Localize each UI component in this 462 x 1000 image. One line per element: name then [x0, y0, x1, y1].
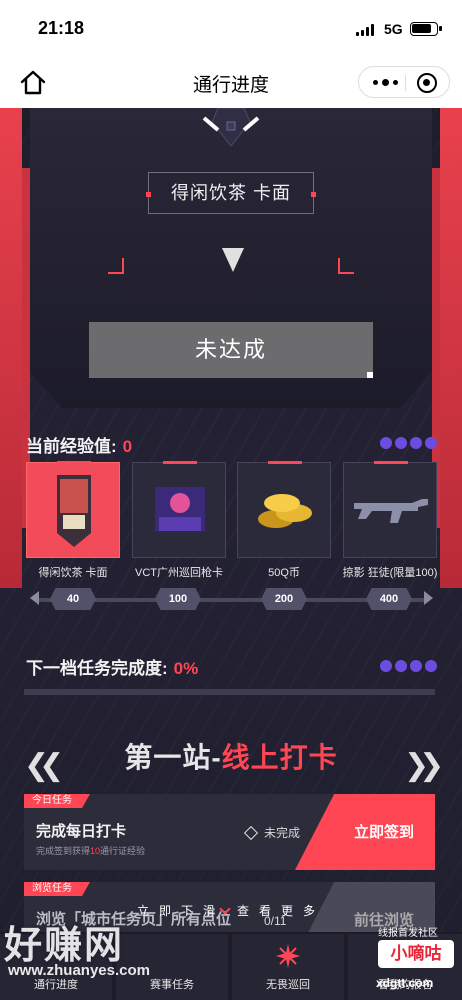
watermark-url-right: xdgtt.com	[376, 976, 434, 990]
tick-40: 40	[50, 588, 96, 610]
chevrons-icon	[380, 660, 440, 672]
task-desc: 完成签到获得10通行证经验	[36, 846, 146, 856]
watermark-badge: 小嘀咕	[378, 940, 454, 968]
watermark-tagline: 线报首发社区	[378, 928, 438, 939]
task-daily-checkin: 今日任务 完成每日打卡 完成签到获得10通行证经验 未完成 立即签到	[24, 794, 435, 870]
reward-card-3[interactable]	[237, 461, 331, 558]
task-title: 完成每日打卡	[36, 823, 127, 840]
watermark-logo-text: 好赚网	[4, 925, 125, 967]
nav-bar: 通行进度	[0, 56, 462, 108]
network-label: 5G	[384, 21, 403, 37]
status-card: 未达成	[89, 322, 373, 378]
reward-card-4[interactable]	[343, 461, 437, 558]
close-icon[interactable]	[417, 73, 437, 93]
status-text: 未达成	[194, 337, 267, 362]
task-tag: 今日任务	[24, 794, 90, 808]
coins-icon	[256, 489, 314, 536]
rifle-icon	[352, 495, 430, 532]
tick-100: 100	[155, 588, 201, 610]
more-icon[interactable]	[367, 67, 405, 97]
battle-pass-panel: 得闲饮茶 卡面 未达成 当前经验值: 0 得闲饮茶 卡面 VCT广州巡回枪卡 50…	[0, 108, 462, 1000]
signal-icon	[356, 24, 378, 36]
exp-label: 当前经验值: 0	[26, 437, 133, 456]
exp-value: 0	[122, 437, 133, 456]
chevrons-icon	[380, 437, 440, 449]
stage-title: 第一站-线上打卡	[124, 742, 338, 773]
reward-card-1[interactable]	[26, 461, 120, 558]
reward-label-1: 得闲饮茶 卡面	[38, 567, 108, 579]
watermark-url: www.zhuanyes.com	[8, 962, 150, 979]
status-time: 21:18	[38, 18, 85, 38]
diamond-icon	[243, 825, 259, 841]
next-stage-icon[interactable]: ❯❯	[404, 748, 444, 783]
card-face-icon	[57, 475, 91, 552]
tick-200: 200	[261, 588, 307, 610]
reward-card-2[interactable]	[132, 461, 226, 558]
next-tier-value: 0%	[173, 659, 199, 678]
gun-card-icon	[155, 487, 205, 536]
next-tier-label: 下一档任务完成度: 0%	[26, 659, 199, 678]
status-bar: 21:18 5G	[0, 0, 462, 56]
miniprogram-capsule	[358, 66, 450, 98]
task-status: 未完成	[243, 824, 300, 841]
reward-title-box: 得闲饮茶 卡面	[146, 172, 316, 214]
star-icon	[276, 944, 300, 973]
arrow-down-icon	[222, 248, 244, 272]
checkin-button[interactable]: 立即签到	[295, 794, 435, 870]
battery-icon	[410, 22, 442, 36]
reward-title: 得闲饮茶 卡面	[170, 183, 291, 203]
reward-label-2: VCT广州巡回枪卡	[135, 567, 223, 579]
emblem-icon	[200, 108, 262, 158]
tab-tour[interactable]: 无畏巡回	[232, 934, 344, 1000]
reward-label-3: 50Q币	[268, 567, 300, 579]
task-tag: 浏览任务	[24, 882, 90, 896]
next-tier-progress-bar	[24, 689, 435, 695]
exp-track	[38, 598, 424, 602]
reward-label-4: 掠影 狂徒(限量100)	[342, 567, 438, 579]
tick-400: 400	[366, 588, 412, 610]
